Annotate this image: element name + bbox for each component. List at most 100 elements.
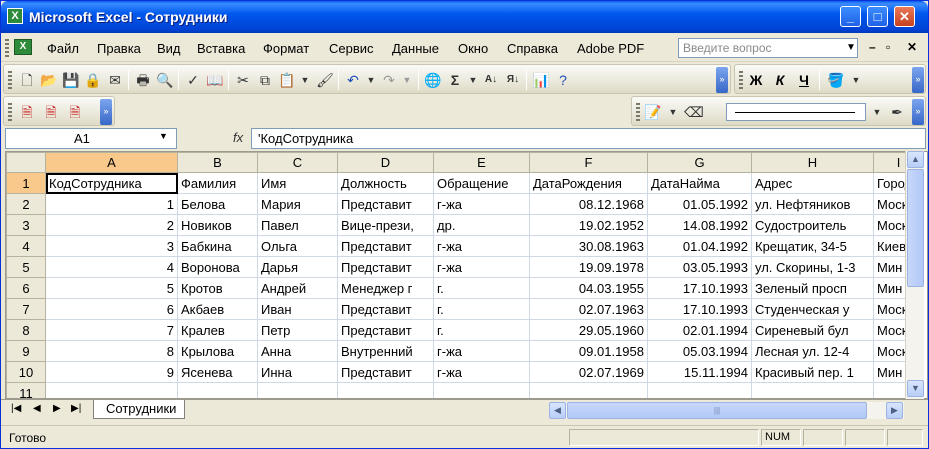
column-header[interactable]: H xyxy=(751,152,874,173)
menu-tools[interactable]: Сервис xyxy=(329,41,374,56)
title-bar[interactable]: X Microsoft Excel - Сотрудники _ □ ✕ xyxy=(1,1,928,33)
grid-cell[interactable]: Кралев xyxy=(177,319,258,341)
grid-cell[interactable]: Новиков xyxy=(177,214,258,236)
column-header[interactable]: C xyxy=(257,152,338,173)
sort-ascending-icon[interactable]: A↓ xyxy=(482,71,500,89)
autosum-icon[interactable]: Σ xyxy=(446,71,464,89)
row-header[interactable]: 11 xyxy=(6,382,46,398)
fill-color-icon[interactable]: 🪣 xyxy=(827,71,845,89)
grid-cell[interactable]: Дарья xyxy=(257,256,338,278)
column-header[interactable]: B xyxy=(177,152,258,173)
prev-sheet-icon[interactable]: ◀ xyxy=(33,403,41,414)
undo-icon[interactable]: ↶ xyxy=(344,71,362,89)
drawing-toolbar-grip[interactable] xyxy=(636,103,640,121)
grid-cell[interactable]: 17.10.1993 xyxy=(647,277,752,299)
cut-icon[interactable]: ✂ xyxy=(234,71,252,89)
doc-restore-button[interactable]: ▫ xyxy=(886,40,890,54)
insert-function-icon[interactable]: fx xyxy=(233,130,243,145)
underline-button[interactable]: Ч xyxy=(795,71,813,89)
grid-cell[interactable]: Ольга xyxy=(257,235,338,257)
standard-toolbar-grip[interactable] xyxy=(8,71,12,89)
excel-app-icon[interactable]: X xyxy=(7,8,23,24)
grid-cell[interactable]: 15.11.1994 xyxy=(647,361,752,383)
comment-dropdown-icon[interactable]: ▼ xyxy=(664,103,682,121)
grid-cell[interactable]: Павел xyxy=(257,214,338,236)
line-style-select[interactable] xyxy=(726,103,866,121)
grid-cell[interactable] xyxy=(751,382,874,398)
menu-file[interactable]: Файл xyxy=(47,41,79,56)
menu-window[interactable]: Окно xyxy=(458,41,488,56)
grid-cell[interactable]: г-жа xyxy=(433,235,530,257)
vertical-scroll-thumb[interactable] xyxy=(907,169,924,287)
grid-cell[interactable]: Анна xyxy=(257,340,338,362)
row-header[interactable]: 5 xyxy=(6,256,46,278)
scroll-down-icon[interactable]: ▼ xyxy=(907,380,924,397)
grid-cell[interactable]: г. xyxy=(433,319,530,341)
row-header[interactable]: 4 xyxy=(6,235,46,257)
grid-cell[interactable]: 02.01.1994 xyxy=(647,319,752,341)
grid-cell[interactable]: 08.12.1968 xyxy=(529,193,648,215)
grid-cell[interactable]: г-жа xyxy=(433,193,530,215)
formula-input[interactable]: 'КодСотрудника xyxy=(251,128,926,149)
name-box[interactable]: A1 xyxy=(5,128,177,149)
grid-cell[interactable]: Андрей xyxy=(257,277,338,299)
formatting-toolbar-grip[interactable] xyxy=(739,71,743,89)
select-all-corner[interactable] xyxy=(6,152,46,173)
grid-cell[interactable]: Судостроитель xyxy=(751,214,874,236)
grid-cell[interactable]: КодСотрудника xyxy=(45,172,178,194)
grid-cell[interactable]: Имя xyxy=(257,172,338,194)
grid-cell[interactable]: 6 xyxy=(45,298,178,320)
spelling-icon[interactable]: ✓ xyxy=(184,71,202,89)
grid-cell[interactable]: Должность xyxy=(337,172,434,194)
email-icon[interactable]: ✉ xyxy=(106,71,124,89)
format-painter-icon[interactable]: 🖌 xyxy=(316,71,334,89)
grid-cell[interactable]: 9 xyxy=(45,361,178,383)
open-folder-icon[interactable]: 📂 xyxy=(40,71,58,89)
standard-toolbar-options-icon[interactable]: » xyxy=(716,67,728,93)
column-header[interactable]: D xyxy=(337,152,434,173)
grid-cell[interactable]: 3 xyxy=(45,235,178,257)
grid-cell[interactable]: 04.03.1955 xyxy=(529,277,648,299)
grid-cell[interactable]: Кротов xyxy=(177,277,258,299)
grid-cell[interactable]: Обращение xyxy=(433,172,530,194)
grid-cell[interactable]: Петр xyxy=(257,319,338,341)
grid-cell[interactable]: 03.05.1993 xyxy=(647,256,752,278)
menu-help[interactable]: Справка xyxy=(507,41,558,56)
print-icon[interactable]: 🖶 xyxy=(134,71,152,89)
row-header[interactable]: 6 xyxy=(6,277,46,299)
menu-format[interactable]: Формат xyxy=(263,41,309,56)
row-header[interactable]: 8 xyxy=(6,319,46,341)
row-header[interactable]: 2 xyxy=(6,193,46,215)
grid-cell[interactable]: Мария xyxy=(257,193,338,215)
redo-dropdown-icon[interactable]: ▼ xyxy=(398,71,416,89)
line-style-dropdown-icon[interactable]: ▼ xyxy=(868,103,886,121)
next-sheet-icon[interactable]: ▶ xyxy=(53,403,61,414)
paste-icon[interactable]: 📋 xyxy=(278,71,296,89)
doc-minimize-button[interactable]: – xyxy=(869,40,876,54)
grid-cell[interactable]: Бабкина xyxy=(177,235,258,257)
grid-cell[interactable]: др. xyxy=(433,214,530,236)
menu-view[interactable]: Вид xyxy=(157,41,181,56)
grid-cell[interactable]: Крылова xyxy=(177,340,258,362)
grid-cell[interactable]: 8 xyxy=(45,340,178,362)
grid-cell[interactable]: 09.01.1958 xyxy=(529,340,648,362)
row-header[interactable]: 1 xyxy=(6,172,46,194)
grid-cell[interactable]: г-жа xyxy=(433,256,530,278)
grid-cell[interactable]: Менеджер г xyxy=(337,277,434,299)
new-document-icon[interactable]: 🗋 xyxy=(18,71,36,89)
grid-cell[interactable] xyxy=(337,382,434,398)
doc-close-button[interactable]: ✕ xyxy=(907,40,917,54)
help-dropdown-icon[interactable]: ▼ xyxy=(844,38,858,58)
grid-cell[interactable]: Вице-прези, xyxy=(337,214,434,236)
maximize-button[interactable]: □ xyxy=(867,6,888,27)
print-preview-icon[interactable]: 🔍 xyxy=(156,71,174,89)
pdf-toolbar-grip[interactable] xyxy=(8,103,12,121)
bold-button[interactable]: Ж xyxy=(747,71,765,89)
row-header[interactable]: 9 xyxy=(6,340,46,362)
eraser-icon[interactable]: ⌫ xyxy=(684,103,704,121)
worksheet-grid[interactable]: A B C D E F G H I 1 КодСотрудника Фамилия И… xyxy=(5,151,928,399)
row-header[interactable]: 3 xyxy=(6,214,46,236)
column-header[interactable]: G xyxy=(647,152,752,173)
grid-cell[interactable]: 02.07.1963 xyxy=(529,298,648,320)
grid-cell[interactable]: Фамилия xyxy=(177,172,258,194)
